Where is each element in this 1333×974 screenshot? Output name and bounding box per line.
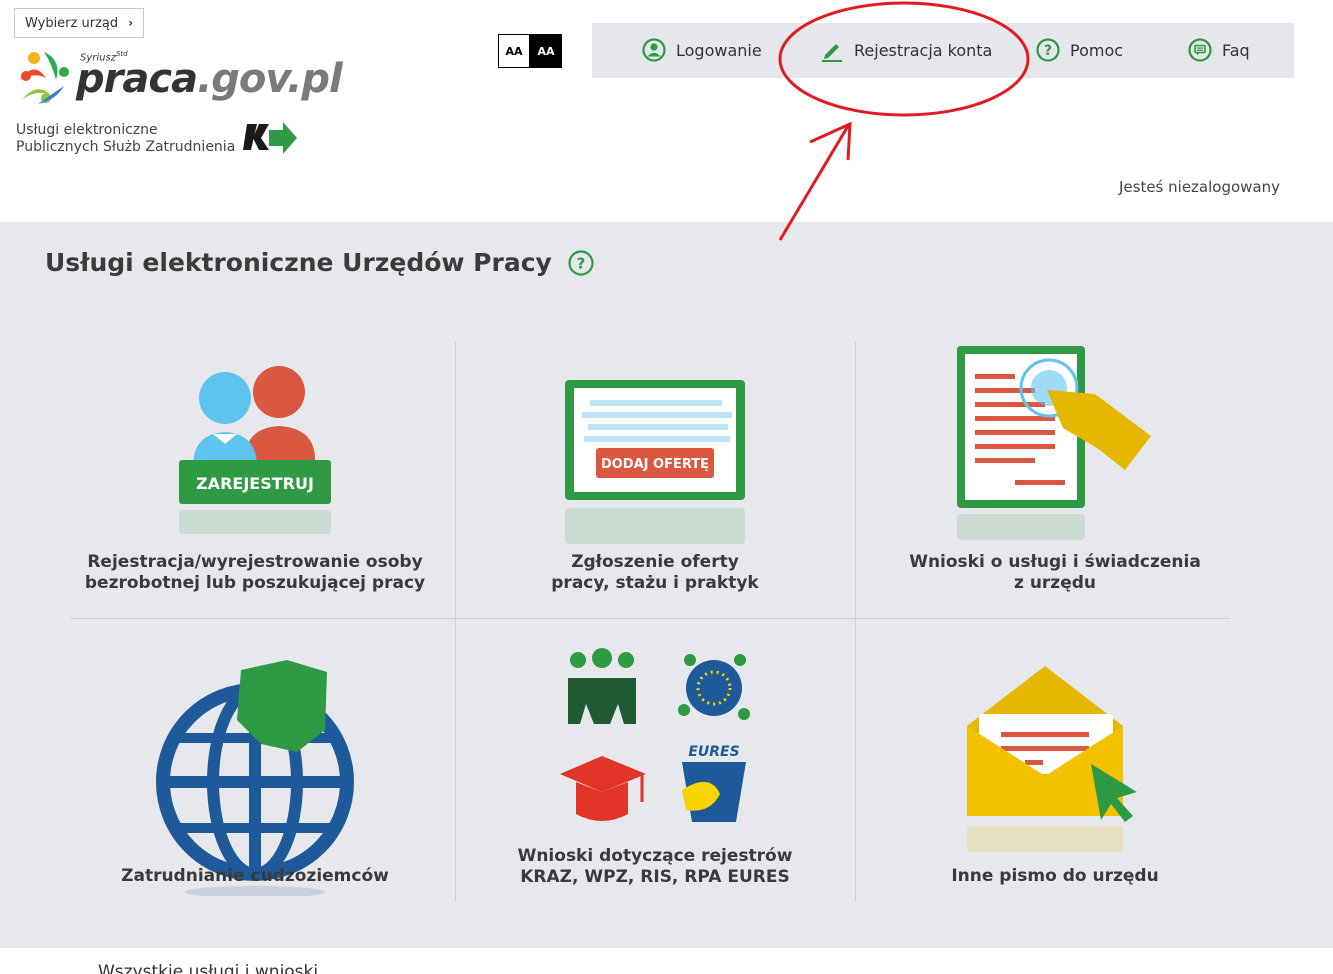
job-offer-icon: DODAJ OFERTĘ bbox=[565, 380, 745, 544]
tile-other-letter-label: Inne pismo do urzędu bbox=[951, 866, 1159, 886]
font-size-toggle: AA AA bbox=[498, 34, 562, 68]
nav-faq-label: Faq bbox=[1222, 40, 1250, 60]
services-subtitle: Usługi elektroniczne Publicznych Służb Z… bbox=[16, 122, 236, 155]
choose-office-button[interactable]: Wybierz urząd › bbox=[14, 8, 145, 38]
font-size-contrast-button[interactable]: AA bbox=[530, 34, 562, 68]
globe-icon bbox=[156, 660, 354, 896]
tile-other-letter[interactable]: Inne pismo do urzędu bbox=[855, 620, 1255, 910]
user-icon bbox=[642, 38, 666, 62]
tile-job-offer-label: Zgłoszenie oferty pracy, stażu i praktyk bbox=[551, 552, 759, 593]
nav-login[interactable]: Logowanie bbox=[642, 38, 762, 62]
tile-registration-label: Rejestracja/wyrejestrowanie osoby bezrob… bbox=[84, 552, 426, 593]
footer-text: Wszystkie usługi i wnioski bbox=[98, 962, 319, 974]
nav-register-label: Rejestracja konta bbox=[854, 40, 993, 60]
tile-registration[interactable]: ZAREJESTRUJ Rejestracja/wyrejestrowanie … bbox=[55, 342, 455, 612]
grid-divider bbox=[70, 618, 1230, 619]
page-title: Usługi elektroniczne Urzędów Pracy ? bbox=[45, 248, 594, 277]
pencil-icon bbox=[822, 44, 842, 62]
tile-foreigners[interactable]: Zatrudnianie cudzoziemców bbox=[55, 620, 455, 910]
tile-foreigners-label: Zatrudnianie cudzoziemców bbox=[121, 866, 389, 886]
chat-icon bbox=[1188, 38, 1212, 62]
logo-text: praca.gov.pl bbox=[76, 56, 343, 102]
psz-logo-icon bbox=[243, 122, 297, 154]
site-logo[interactable]: SyriuszStd praca.gov.pl bbox=[16, 48, 343, 108]
people-logo-icon bbox=[20, 52, 69, 104]
document-touch-icon bbox=[957, 346, 1151, 540]
help-icon[interactable]: ? bbox=[568, 249, 594, 276]
help-icon: ? bbox=[1036, 38, 1060, 62]
svg-text:EURES: EURES bbox=[688, 744, 739, 760]
top-navigation: Logowanie Rejestracja konta ? Pomoc Faq bbox=[592, 23, 1294, 78]
tile-registers-label: Wnioski dotyczące rejestrów KRAZ, WPZ, R… bbox=[517, 846, 793, 887]
nav-register[interactable]: Rejestracja konta bbox=[820, 38, 992, 62]
nav-faq[interactable]: Faq bbox=[1188, 38, 1250, 62]
choose-office-label: Wybierz urząd bbox=[25, 15, 119, 31]
tile-applications[interactable]: Wnioski o usługi i świadczenia z urzędu bbox=[855, 342, 1255, 612]
login-status: Jesteś niezalogowany bbox=[1118, 178, 1280, 196]
main-content: Usługi elektroniczne Urzędów Pracy ? ZAR… bbox=[0, 222, 1333, 948]
nav-help-label: Pomoc bbox=[1070, 40, 1124, 60]
svg-text:?: ? bbox=[1044, 43, 1052, 59]
chevron-right-icon: › bbox=[128, 16, 134, 30]
envelope-icon bbox=[967, 666, 1137, 852]
nav-help[interactable]: ? Pomoc bbox=[1036, 38, 1123, 62]
registers-icons: EURES bbox=[560, 648, 750, 822]
svg-text:?: ? bbox=[576, 254, 585, 272]
svg-text:DODAJ OFERTĘ: DODAJ OFERTĘ bbox=[601, 457, 709, 472]
svg-text:ZAREJESTRUJ: ZAREJESTRUJ bbox=[196, 474, 314, 493]
nav-login-label: Logowanie bbox=[676, 40, 762, 60]
tile-registers[interactable]: EURES Wnioski dotyczące rejestrów KRAZ, … bbox=[455, 620, 855, 910]
font-size-normal-button[interactable]: AA bbox=[498, 34, 530, 68]
tile-applications-label: Wnioski o usługi i świadczenia z urzędu bbox=[909, 552, 1201, 593]
people-register-icon: ZAREJESTRUJ bbox=[179, 366, 331, 534]
tile-job-offer[interactable]: DODAJ OFERTĘ Zgłoszenie oferty pracy, st… bbox=[455, 342, 855, 612]
